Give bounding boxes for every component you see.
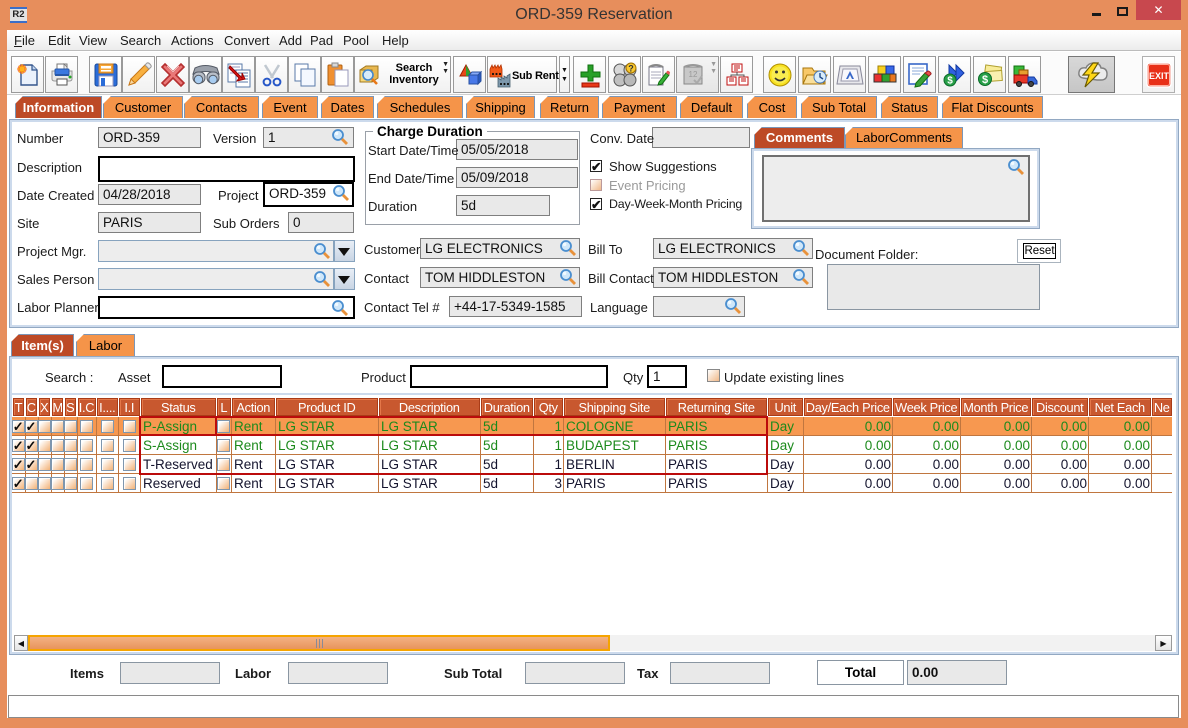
svg-text:$: $ [947,75,953,86]
svg-text:EXIT: EXIT [1148,71,1169,81]
svg-text:12: 12 [689,70,698,79]
svg-text:$: $ [981,74,987,86]
svg-text:?: ? [628,63,634,73]
